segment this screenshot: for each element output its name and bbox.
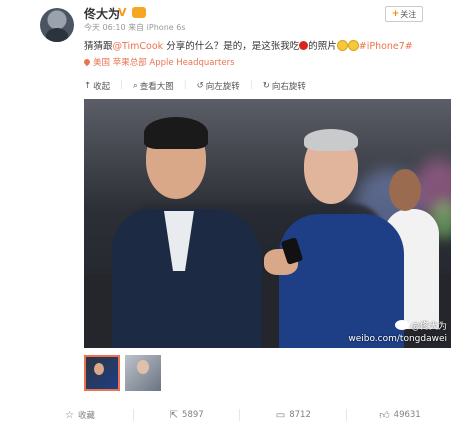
repost-button[interactable]: ⇱ 5897 xyxy=(137,410,237,421)
collapse-icon: ↑ xyxy=(84,81,92,91)
post-text: 猜猜跟@TimCook 分享的什么？是的，是这张我吃 的照片 #iPhone7# xyxy=(84,40,444,53)
divider xyxy=(239,409,241,421)
post-text-prefix: 猜猜跟 xyxy=(84,41,113,52)
username[interactable]: 佟大为 xyxy=(84,5,120,22)
location-pin-icon xyxy=(82,57,92,67)
rotate-right-icon: ↻ xyxy=(262,81,270,91)
comment-icon: ▭ xyxy=(275,409,286,421)
weibo-post-card: 佟大为 V 今天 06:10 来自 iPhone 6s + 关注 猜猜跟@Tim… xyxy=(0,0,458,430)
post-actions: ☆ 收藏 ⇱ 5897 ▭ 8712 👍︎ 49631 xyxy=(30,404,450,426)
thumbs-up-icon: 👍︎ xyxy=(379,410,390,421)
laugh-emoji-icon xyxy=(347,40,359,51)
rotate-left-label: 向左旋转 xyxy=(205,82,240,92)
thumbnail-selected[interactable] xyxy=(84,355,120,391)
person-center-hair xyxy=(304,129,358,151)
post-meta: 今天 06:10 来自 iPhone 6s xyxy=(84,23,186,32)
like-button[interactable]: 👍︎ 49631 xyxy=(350,409,450,421)
follow-label: 关注 xyxy=(400,9,417,19)
divider xyxy=(132,409,134,421)
view-large-label: 查看大图 xyxy=(139,82,174,92)
repost-count: 5897 xyxy=(182,410,204,420)
hashtag-link[interactable]: #iPhone7# xyxy=(359,41,413,52)
person-left-hair xyxy=(144,117,208,149)
verified-icon: V xyxy=(118,6,127,19)
photo-watermark: @佟大为 weibo.com/tongdawei xyxy=(348,320,447,345)
avatar[interactable] xyxy=(40,8,74,42)
apple-emoji-icon xyxy=(299,41,309,50)
mention-link[interactable]: @TimCook xyxy=(113,41,164,52)
person-right-head xyxy=(389,169,421,211)
repost-icon: ⇱ xyxy=(169,409,179,421)
rotate-left-button[interactable]: ↺ 向左旋转 xyxy=(197,80,240,92)
collapse-label: 收起 xyxy=(93,82,111,92)
follow-button[interactable]: + 关注 xyxy=(385,6,423,22)
plus-icon: + xyxy=(391,9,400,19)
member-level-icon xyxy=(132,7,146,18)
favorite-label: 收藏 xyxy=(77,411,95,421)
comment-count: 8712 xyxy=(289,410,311,420)
rotate-left-icon: ↺ xyxy=(196,81,204,91)
rotate-right-label: 向右旋转 xyxy=(271,82,306,92)
rotate-right-button[interactable]: ↻ 向右旋转 xyxy=(263,80,306,92)
divider: | xyxy=(120,80,124,90)
image-toolbar: ↑ 收起 | ⌕ 查看大图 | ↺ 向左旋转 | ↻ 向右旋转 xyxy=(84,80,306,92)
post-photo[interactable]: @佟大为 weibo.com/tongdawei xyxy=(84,99,451,348)
thumbnail[interactable] xyxy=(125,355,161,391)
magnify-icon: ⌕ xyxy=(133,81,138,91)
comment-button[interactable]: ▭ 8712 xyxy=(243,410,343,421)
view-large-button[interactable]: ⌕ 查看大图 xyxy=(133,80,174,92)
watermark-handle: @佟大为 xyxy=(410,322,447,332)
divider: | xyxy=(183,80,187,90)
favorite-button[interactable]: ☆ 收藏 xyxy=(30,409,130,422)
like-count: 49631 xyxy=(393,410,421,420)
location-label: 美国 苹果总部 Apple Headquarters xyxy=(93,58,235,68)
collapse-button[interactable]: ↑ 收起 xyxy=(84,80,110,92)
location-link[interactable]: 美国 苹果总部 Apple Headquarters xyxy=(82,56,235,68)
divider xyxy=(346,409,348,421)
watermark-url: weibo.com/tongdawei xyxy=(348,334,447,344)
divider: | xyxy=(249,80,253,90)
post-text-suffix: 的照片 xyxy=(308,41,337,52)
post-text-middle: 分享的什么？是的，是这张我吃 xyxy=(163,41,300,52)
weibo-logo-icon xyxy=(394,320,409,330)
star-icon: ☆ xyxy=(65,409,74,421)
smile-emoji-icon xyxy=(336,40,348,51)
